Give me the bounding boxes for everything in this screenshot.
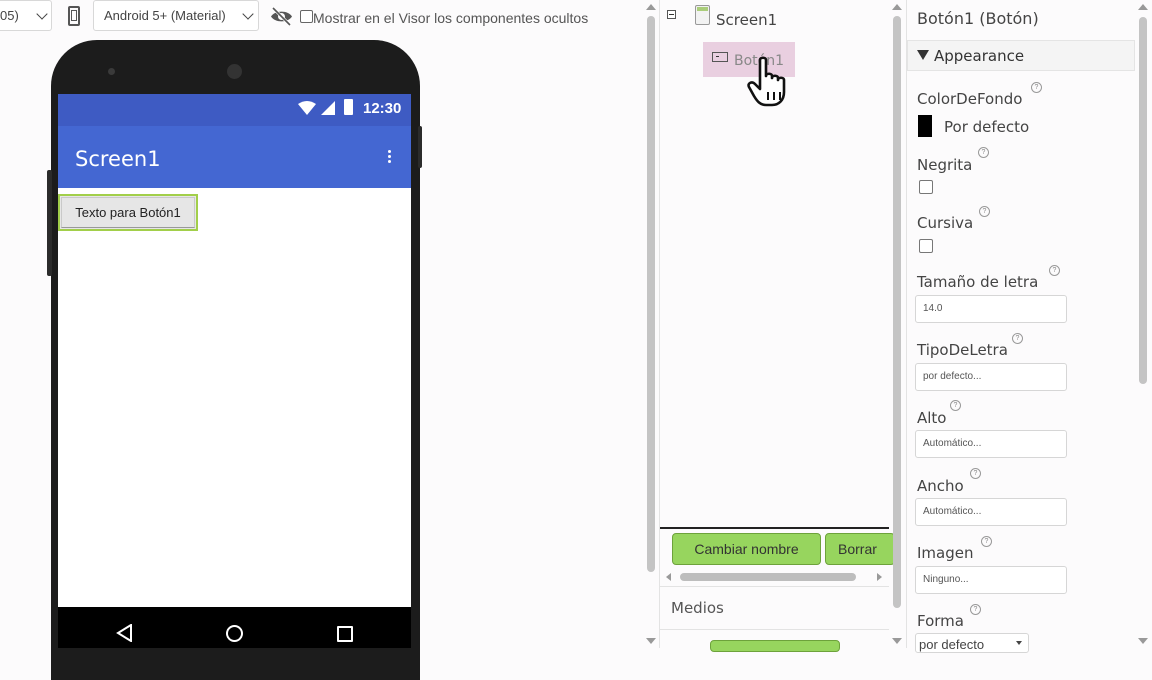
components-scroll-up[interactable]	[892, 4, 902, 10]
collapse-icon[interactable]	[667, 10, 676, 19]
phone-icon[interactable]	[68, 6, 80, 26]
h-scroll-left[interactable]	[666, 573, 671, 581]
help-icon[interactable]: ?	[1049, 265, 1060, 276]
navigation-bar	[58, 607, 411, 648]
help-icon[interactable]: ?	[1012, 333, 1023, 344]
front-camera	[227, 64, 242, 79]
font-size-label: Tamaño de letra	[917, 273, 1039, 291]
help-icon[interactable]: ?	[978, 147, 989, 158]
bg-color-value[interactable]: Por defecto	[944, 118, 1029, 136]
horizontal-scrollbar[interactable]	[680, 573, 856, 581]
components-scrollbar[interactable]	[893, 16, 901, 608]
bg-color-label: ColorDeFondo	[917, 90, 1023, 108]
app-bar: Screen1	[58, 126, 411, 188]
help-icon[interactable]: ?	[950, 400, 961, 411]
media-label: Medios	[671, 599, 724, 617]
color-swatch[interactable]	[918, 115, 932, 137]
font-type-label: TipoDeLetra	[917, 341, 1008, 359]
bold-label: Negrita	[917, 156, 973, 174]
viewer-scroll-up[interactable]	[646, 4, 656, 10]
help-icon[interactable]: ?	[970, 604, 981, 615]
properties-scroll-down[interactable]	[1138, 638, 1148, 644]
status-time: 12:30	[363, 100, 402, 117]
screen-component-icon	[695, 5, 710, 25]
recents-icon	[337, 626, 353, 642]
help-icon[interactable]: ?	[970, 468, 981, 479]
signal-icon	[321, 101, 335, 115]
chevron-down-icon	[242, 8, 254, 20]
app-button-text: Texto para Botón1	[75, 205, 181, 220]
app-button-preview[interactable]: Texto para Botón1	[58, 194, 198, 231]
phone-side-button	[418, 126, 422, 168]
battery-icon	[344, 99, 353, 115]
button-component-icon	[712, 52, 728, 62]
width-label: Ancho	[917, 477, 964, 495]
shape-select[interactable]: por defecto	[915, 633, 1029, 653]
media-section-divider	[660, 586, 889, 587]
italic-checkbox[interactable]	[919, 239, 933, 253]
rename-button[interactable]: Cambiar nombre	[672, 533, 821, 565]
wifi-icon	[298, 101, 316, 115]
speaker-dot	[108, 68, 115, 75]
status-bar: 12:30	[58, 94, 411, 126]
caret-down-icon	[1016, 641, 1022, 645]
delete-button[interactable]: Borrar	[825, 533, 895, 565]
width-field[interactable]: Automático...	[915, 498, 1067, 526]
overflow-menu-icon	[388, 150, 391, 163]
chevron-down-icon	[36, 8, 48, 20]
italic-label: Cursiva	[917, 214, 974, 232]
properties-scrollbar[interactable]	[1139, 17, 1147, 384]
appearance-section-header[interactable]: Appearance	[907, 40, 1135, 71]
properties-header: Botón1 (Botón)	[917, 9, 1039, 28]
height-label: Alto	[917, 409, 947, 427]
shape-label: Forma	[917, 612, 964, 630]
phone-size-select[interactable]: 05)	[0, 0, 52, 31]
font-type-field[interactable]: por defecto...	[915, 363, 1067, 391]
h-scroll-right[interactable]	[877, 573, 882, 581]
triangle-down-icon	[917, 50, 929, 60]
height-field[interactable]: Automático...	[915, 430, 1067, 458]
hidden-components-label: Mostrar en el Visor los componentes ocul…	[313, 10, 589, 26]
viewer-scrollbar[interactable]	[647, 16, 655, 572]
back-icon	[116, 624, 132, 642]
theme-select[interactable]: Android 5+ (Material)	[93, 0, 259, 31]
phone-size-select-value: 05)	[0, 8, 19, 23]
hand-cursor-icon	[747, 56, 786, 107]
upload-file-button[interactable]	[710, 640, 840, 652]
home-icon	[226, 625, 243, 642]
theme-select-value: Android 5+ (Material)	[104, 8, 226, 23]
help-icon[interactable]: ?	[979, 206, 990, 217]
eye-slash-icon[interactable]	[270, 6, 293, 31]
shape-select-value: por defecto	[919, 637, 985, 652]
viewer-scroll-down[interactable]	[646, 638, 656, 644]
bold-checkbox[interactable]	[919, 180, 933, 194]
components-divider	[660, 527, 889, 529]
image-field[interactable]: Ninguno...	[915, 566, 1067, 594]
image-label: Imagen	[917, 544, 974, 562]
hidden-components-checkbox[interactable]	[300, 10, 313, 23]
font-size-field[interactable]: 14.0	[915, 295, 1067, 323]
media-section-divider	[660, 629, 889, 630]
components-scroll-down[interactable]	[892, 638, 902, 644]
properties-scroll-up[interactable]	[1138, 4, 1148, 10]
appearance-section-label: Appearance	[934, 47, 1025, 65]
help-icon[interactable]: ?	[981, 536, 992, 547]
screen-title: Screen1	[75, 147, 161, 171]
phone-side-button	[47, 170, 52, 276]
help-icon[interactable]: ?	[1031, 82, 1042, 93]
tree-item-screen1[interactable]: Screen1	[716, 11, 777, 29]
